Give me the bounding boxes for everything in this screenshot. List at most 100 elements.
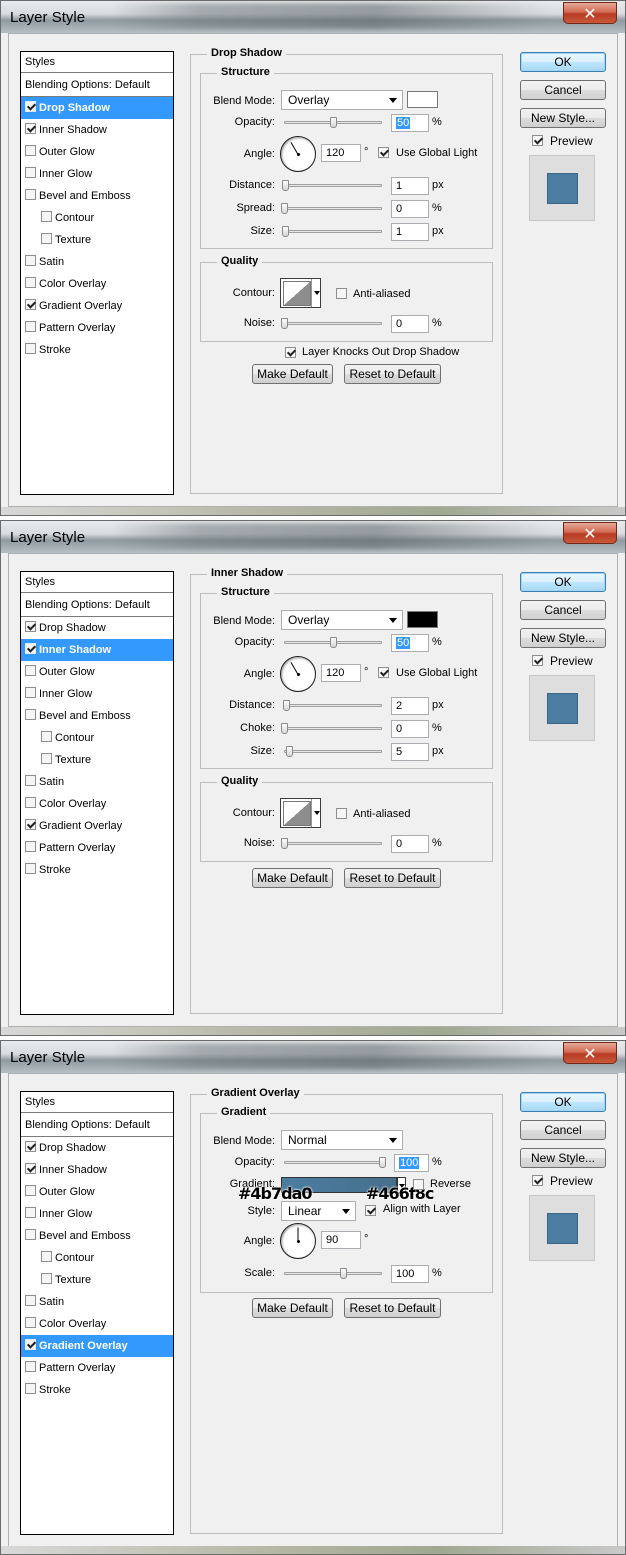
chevron-down-icon[interactable] bbox=[311, 279, 320, 307]
style-checkbox[interactable] bbox=[25, 841, 36, 852]
reset-to-default-button[interactable]: Reset to Default bbox=[344, 364, 441, 384]
style-checkbox[interactable] bbox=[41, 1273, 52, 1284]
close-button[interactable]: ✕ bbox=[563, 522, 617, 544]
styles-header[interactable]: Styles bbox=[21, 1092, 173, 1113]
style-checkbox[interactable] bbox=[25, 687, 36, 698]
style-item-pattern-overlay[interactable]: Pattern Overlay bbox=[21, 317, 173, 339]
style-item-texture[interactable]: Texture bbox=[21, 229, 173, 251]
style-item-color-overlay[interactable]: Color Overlay bbox=[21, 1313, 173, 1335]
ok-button[interactable]: OK bbox=[520, 572, 606, 592]
title-bar[interactable]: Layer Style ✕ bbox=[1, 1041, 625, 1073]
style-item-texture[interactable]: Texture bbox=[21, 1269, 173, 1291]
style-item-inner-shadow[interactable]: Inner Shadow bbox=[21, 639, 173, 661]
style-checkbox[interactable] bbox=[25, 1339, 36, 1350]
new-style-button[interactable]: New Style... bbox=[520, 108, 606, 128]
style-item-gradient-overlay[interactable]: Gradient Overlay bbox=[21, 815, 173, 837]
style-checkbox[interactable] bbox=[25, 709, 36, 720]
style-checkbox[interactable] bbox=[25, 863, 36, 874]
style-item-drop-shadow[interactable]: Drop Shadow bbox=[21, 97, 173, 119]
chevron-down-icon[interactable] bbox=[311, 799, 320, 827]
style-item-bevel-and-emboss[interactable]: Bevel and Emboss bbox=[21, 185, 173, 207]
style-item-contour[interactable]: Contour bbox=[21, 207, 173, 229]
blend-mode-select[interactable]: Normal bbox=[281, 1130, 403, 1150]
scale-field[interactable]: 100 bbox=[391, 1265, 429, 1283]
style-item-pattern-overlay[interactable]: Pattern Overlay bbox=[21, 837, 173, 859]
style-checkbox[interactable] bbox=[25, 1383, 36, 1394]
contour-picker[interactable] bbox=[280, 278, 321, 308]
style-checkbox[interactable] bbox=[25, 775, 36, 786]
style-checkbox[interactable] bbox=[25, 1185, 36, 1196]
style-item-inner-glow[interactable]: Inner Glow bbox=[21, 683, 173, 705]
opacity-field[interactable]: 50 bbox=[391, 634, 429, 652]
style-item-contour[interactable]: Contour bbox=[21, 1247, 173, 1269]
title-bar[interactable]: Layer Style ✕ bbox=[1, 1, 625, 33]
choke-slider[interactable] bbox=[284, 727, 382, 730]
style-item-satin[interactable]: Satin bbox=[21, 1291, 173, 1313]
scale-slider-thumb[interactable] bbox=[339, 1268, 347, 1279]
style-item-gradient-overlay[interactable]: Gradient Overlay bbox=[21, 295, 173, 317]
reverse-checkbox[interactable] bbox=[413, 1179, 424, 1190]
style-item-gradient-overlay[interactable]: Gradient Overlay bbox=[21, 1335, 173, 1357]
distance-slider-thumb[interactable] bbox=[282, 700, 290, 711]
scale-slider[interactable] bbox=[284, 1272, 382, 1275]
size-slider-thumb[interactable] bbox=[285, 746, 293, 757]
style-checkbox[interactable] bbox=[25, 1317, 36, 1328]
style-item-drop-shadow[interactable]: Drop Shadow bbox=[21, 617, 173, 639]
cancel-button[interactable]: Cancel bbox=[520, 80, 606, 100]
style-checkbox[interactable] bbox=[41, 753, 52, 764]
distance-slider-thumb[interactable] bbox=[281, 180, 289, 191]
blend-mode-select[interactable]: Overlay bbox=[281, 90, 403, 110]
angle-field[interactable]: 120 bbox=[321, 144, 361, 162]
use-global-light-checkbox[interactable] bbox=[378, 667, 389, 678]
cancel-button[interactable]: Cancel bbox=[520, 1120, 606, 1140]
make-default-button[interactable]: Make Default bbox=[252, 1298, 333, 1318]
style-item-color-overlay[interactable]: Color Overlay bbox=[21, 273, 173, 295]
cancel-button[interactable]: Cancel bbox=[520, 600, 606, 620]
new-style-button[interactable]: New Style... bbox=[520, 628, 606, 648]
noise-slider[interactable] bbox=[284, 842, 382, 845]
style-checkbox[interactable] bbox=[41, 1251, 52, 1262]
style-item-outer-glow[interactable]: Outer Glow bbox=[21, 661, 173, 683]
angle-field[interactable]: 90 bbox=[321, 1231, 361, 1249]
style-item-stroke[interactable]: Stroke bbox=[21, 1379, 173, 1401]
size-slider[interactable] bbox=[284, 750, 382, 753]
style-item-inner-glow[interactable]: Inner Glow bbox=[21, 1203, 173, 1225]
style-checkbox[interactable] bbox=[41, 731, 52, 742]
style-checkbox[interactable] bbox=[25, 343, 36, 354]
size-slider-thumb[interactable] bbox=[281, 226, 289, 237]
noise-slider-thumb[interactable] bbox=[281, 838, 288, 849]
style-item-blending-options-default[interactable]: Blending Options: Default bbox=[21, 73, 173, 97]
contour-picker[interactable] bbox=[280, 798, 321, 828]
angle-field[interactable]: 120 bbox=[321, 664, 361, 682]
style-checkbox[interactable] bbox=[25, 797, 36, 808]
style-item-blending-options-default[interactable]: Blending Options: Default bbox=[21, 593, 173, 617]
anti-aliased-checkbox[interactable] bbox=[336, 808, 347, 819]
anti-aliased-checkbox[interactable] bbox=[336, 288, 347, 299]
blend-mode-select[interactable]: Overlay bbox=[281, 610, 403, 630]
style-item-satin[interactable]: Satin bbox=[21, 251, 173, 273]
style-item-inner-shadow[interactable]: Inner Shadow bbox=[21, 1159, 173, 1181]
distance-field[interactable]: 1 bbox=[391, 177, 429, 195]
align-with-layer-checkbox[interactable] bbox=[365, 1205, 376, 1216]
style-item-color-overlay[interactable]: Color Overlay bbox=[21, 793, 173, 815]
style-checkbox[interactable] bbox=[25, 1295, 36, 1306]
noise-field[interactable]: 0 bbox=[391, 835, 429, 853]
opacity-slider-thumb[interactable] bbox=[330, 117, 337, 128]
preview-checkbox[interactable] bbox=[532, 1175, 543, 1186]
angle-dial[interactable] bbox=[280, 656, 316, 692]
choke-slider-thumb[interactable] bbox=[281, 723, 288, 734]
style-item-inner-shadow[interactable]: Inner Shadow bbox=[21, 119, 173, 141]
style-checkbox[interactable] bbox=[41, 211, 52, 222]
new-style-button[interactable]: New Style... bbox=[520, 1148, 606, 1168]
style-checkbox[interactable] bbox=[25, 189, 36, 200]
angle-dial[interactable] bbox=[280, 1223, 316, 1259]
reset-to-default-button[interactable]: Reset to Default bbox=[344, 1298, 441, 1318]
noise-slider-thumb[interactable] bbox=[281, 318, 288, 329]
noise-slider[interactable] bbox=[284, 322, 382, 325]
style-checkbox[interactable] bbox=[25, 1361, 36, 1372]
style-checkbox[interactable] bbox=[25, 621, 36, 632]
style-item-bevel-and-emboss[interactable]: Bevel and Emboss bbox=[21, 705, 173, 727]
style-checkbox[interactable] bbox=[25, 145, 36, 156]
use-global-light-checkbox[interactable] bbox=[378, 147, 389, 158]
knockout-checkbox[interactable] bbox=[285, 347, 296, 358]
